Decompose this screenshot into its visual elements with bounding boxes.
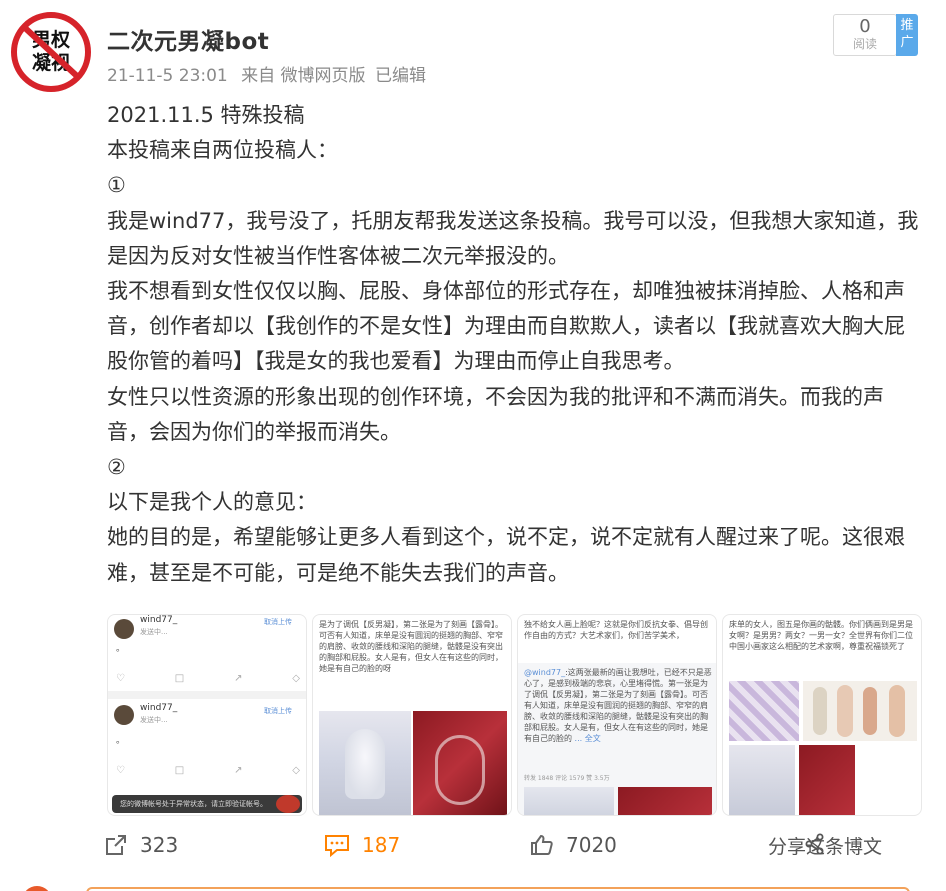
- comment-button[interactable]: 187: [324, 830, 400, 860]
- expand-link: ... 全文: [574, 734, 601, 743]
- thumb-caption: 独不给女人画上脸呢？这就是你们反抗女拳、倡导创作自由的方式？大艺术家们，你们苦学…: [524, 620, 708, 640]
- thumb-status: 发送中...: [140, 716, 168, 724]
- divider: [108, 691, 306, 699]
- action-bar: 323 187 7020 分享这条博文: [0, 822, 946, 868]
- thumb-caption: 是为了调侃【反男凝】，第二张是为了刻画【露骨】。可否有人知道，床单是没有圆润的挺…: [319, 620, 503, 673]
- quoted-stats: 转发 1848 评论 1579 赞 3.5万: [524, 775, 610, 782]
- image-thumbnail-3[interactable]: 独不给女人画上脸呢？这就是你们反抗女拳、倡导创作自由的方式？大艺术家们，你们苦学…: [517, 614, 717, 816]
- post-paragraph: 她的目的是，希望能够让更多人看到这个，说不定，说不定就有人醒过来了呢。这很艰难，…: [107, 525, 905, 585]
- comment-icon: [325, 835, 349, 857]
- badge-icon: [276, 795, 300, 813]
- read-count: 0: [859, 16, 871, 37]
- thumb-username: wind77_: [140, 615, 178, 625]
- quoted-post: @wind77_:这两张最新的画让我想吐，已经不只是恶心了，是感到极端的悲哀，心…: [518, 663, 716, 815]
- image-thumbnail-2[interactable]: 是为了调侃【反男凝】，第二张是为了刻画【露骨】。可否有人知道，床单是没有圆润的挺…: [312, 614, 512, 816]
- username-link[interactable]: 二次元男凝bot: [107, 22, 269, 56]
- illustration-skeleton: [799, 745, 855, 815]
- post-paragraph: 本投稿来自两位投稿人：: [107, 138, 338, 163]
- comment-composer-edge: [0, 882, 946, 891]
- post-paragraph: 2021.11.5 特殊投稿: [107, 103, 305, 127]
- avatar: [22, 886, 52, 891]
- thumb-action-row: ♡ □ ↗ ◇: [116, 673, 300, 684]
- post-paragraph: 我是wind77，我号没了，托朋友帮我发送这条投稿。我号可以没，但我想大家知道，…: [107, 208, 919, 268]
- post-paragraph: ①: [107, 173, 126, 198]
- illustration-anatomy: [803, 681, 917, 741]
- repost-icon: [106, 835, 126, 855]
- share-button[interactable]: 分享这条博文: [768, 832, 882, 859]
- like-count: 7020: [566, 833, 617, 857]
- thumb-caption: 床单的女人，图五是你画的骷髅。你们俩画到是男是女啊？是男男？两女？一男一女？全世…: [729, 620, 913, 651]
- avatar[interactable]: 男权 凝视: [10, 11, 92, 93]
- post-meta: 21-11-5 23:01 来自 微博网页版 已编辑: [107, 61, 434, 86]
- illustration-sheet: [319, 711, 411, 815]
- thumb-dot: 。: [116, 644, 126, 654]
- promote-button[interactable]: 推广: [896, 14, 918, 56]
- avatar: [114, 705, 134, 725]
- comment-count: 187: [362, 833, 401, 857]
- timestamp[interactable]: 21-11-5 23:01: [107, 66, 228, 86]
- thumb-status: 发送中...: [140, 628, 168, 636]
- post-paragraph: 以下是我个人的意见：: [107, 490, 317, 515]
- post-header: 男权 凝视 二次元男凝bot 21-11-5 23:01 来自 微博网页版 已编…: [0, 0, 946, 95]
- promote-label: 推广: [900, 18, 914, 50]
- like-icon: [531, 834, 553, 855]
- image-thumbnail-4[interactable]: 床单的女人，图五是你画的骷髅。你们俩画到是男是女啊？是男男？两女？一男一女？全世…: [722, 614, 922, 816]
- thumb-cancel: 取消上传: [264, 618, 292, 626]
- read-count-box: 0 阅读: [833, 14, 897, 56]
- repost-count: 323: [140, 833, 179, 857]
- repost-button[interactable]: 323: [104, 830, 178, 860]
- post-paragraph: ②: [107, 455, 126, 480]
- thumb-dot: 。: [116, 736, 126, 746]
- illustration-skeleton: [618, 787, 712, 815]
- comment-input-edge[interactable]: [86, 887, 910, 891]
- post-paragraph: 我不想看到女性仅仅以胸、屁股、身体部位的形式存在，却唯独被抹消掉脸、人格和声音，…: [107, 279, 905, 374]
- image-gallery: wind77_ 发送中... 取消上传 。 ♡ □ ↗ ◇ wind77_ 发送中..…: [107, 614, 922, 816]
- illustration-sheet: [729, 745, 795, 815]
- read-label: 阅读: [852, 37, 877, 51]
- illustration-blanket: [729, 681, 799, 741]
- avatar: [114, 619, 134, 639]
- image-thumbnail-1[interactable]: wind77_ 发送中... 取消上传 。 ♡ □ ↗ ◇ wind77_ 发送中..…: [107, 614, 307, 816]
- thumb-cancel: 取消上传: [264, 707, 292, 715]
- post-paragraph: 女性只以性资源的形象出现的创作环境，不会因为我的批评和不满而消失。而我的声音，会…: [107, 384, 884, 444]
- like-button[interactable]: 7020: [530, 830, 617, 860]
- post-content: 2021.11.5 特殊投稿 本投稿来自两位投稿人： ① 我是wind77，我号…: [107, 98, 922, 591]
- post-source: 来自 微博网页版: [241, 66, 366, 86]
- edited-label[interactable]: 已编辑: [375, 66, 426, 86]
- warning-banner: 您的微博帐号处于异常状态，请立即验证帐号。: [112, 795, 302, 813]
- avatar-prohibition-icon: 男权 凝视: [11, 12, 91, 92]
- illustration-sheet: [524, 787, 614, 815]
- share-icon: [805, 833, 824, 855]
- illustration-skeleton: [413, 711, 507, 815]
- thumb-action-row: ♡ □ ↗ ◇: [116, 765, 300, 776]
- thumb-username: wind77_: [140, 703, 178, 713]
- mention-link: @wind77_: [524, 668, 566, 677]
- quoted-text: :这两张最新的画让我想吐，已经不只是恶心了，是感到极端的悲哀，心里堵得慌。第一张…: [524, 668, 712, 743]
